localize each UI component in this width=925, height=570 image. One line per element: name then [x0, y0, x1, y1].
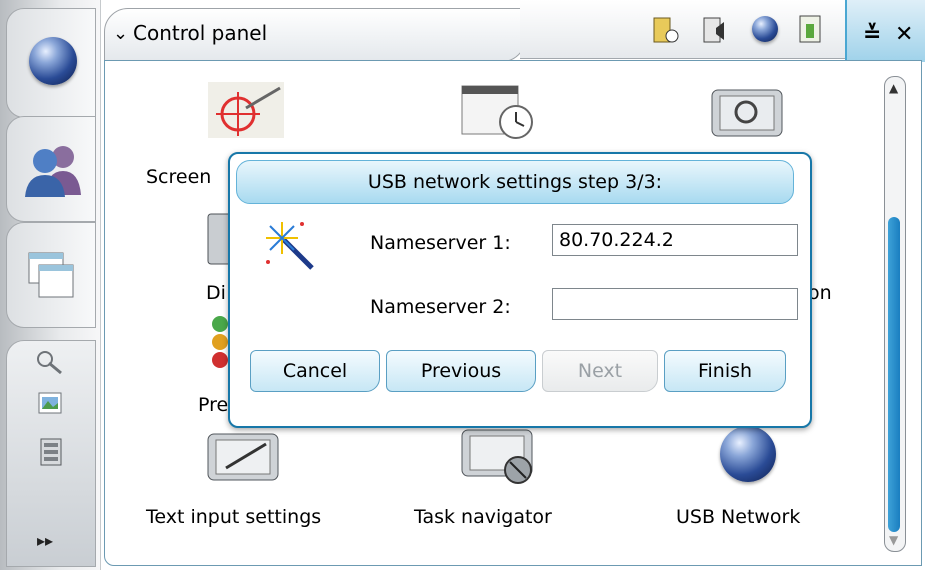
next-button[interactable]: Next — [542, 350, 658, 392]
dialog-header: USB network settings step 3/3: — [236, 160, 794, 204]
windows-icon — [28, 252, 74, 298]
battery-icon[interactable] — [796, 14, 826, 46]
app-title-bar[interactable]: ⌄ Control panel — [104, 8, 526, 62]
nameserver-2-label: Nameserver 2: — [370, 296, 511, 318]
usb-network-globe-icon[interactable] — [720, 426, 776, 482]
cancel-button[interactable]: Cancel — [250, 350, 380, 392]
nameserver-1-input[interactable] — [552, 224, 798, 256]
screen-calibration-icon[interactable] — [206, 80, 286, 140]
windows-tab[interactable] — [6, 222, 96, 328]
page-title: Control panel — [133, 21, 268, 45]
usb-network-settings-dialog: USB network settings step 3/3: Nameserve… — [228, 152, 812, 428]
applet-label-display[interactable]: Di — [206, 282, 226, 304]
volume-icon[interactable] — [700, 16, 730, 46]
applet-list: ▸▸ — [6, 340, 96, 567]
device-settings-icon[interactable] — [708, 84, 788, 144]
applet-label-task-navigator[interactable]: Task navigator — [414, 506, 552, 528]
text-input-settings-icon[interactable] — [204, 428, 284, 488]
dialog-title: USB network settings step 3/3: — [367, 171, 663, 193]
more-applets-button[interactable]: ▸▸ — [37, 531, 53, 550]
contacts-tab[interactable] — [6, 116, 96, 222]
previous-button[interactable]: Previous — [386, 350, 536, 392]
status-bar — [520, 0, 850, 59]
minimize-button[interactable]: ≚ — [863, 22, 881, 47]
task-navigator-icon[interactable] — [458, 424, 538, 486]
scroll-up-arrow-icon[interactable]: ▲ — [889, 81, 898, 95]
globe-icon — [29, 37, 77, 85]
display-settings-icon[interactable] — [650, 16, 680, 46]
scrollbar[interactable]: ▲ ▼ — [884, 76, 906, 552]
applet-label-presence[interactable]: Pre — [198, 394, 228, 416]
scroll-down-arrow-icon[interactable]: ▼ — [889, 533, 898, 547]
window-controls: ≚ ✕ — [845, 0, 925, 62]
applet-label-text-input-settings[interactable]: Text input settings — [146, 506, 321, 528]
connectivity-icon[interactable] — [752, 16, 778, 42]
nameserver-2-input[interactable] — [552, 288, 798, 320]
applet-label-screen[interactable]: Screen — [146, 166, 211, 188]
contacts-icon — [25, 146, 81, 197]
wrench-icon[interactable] — [35, 349, 65, 375]
chevron-down-icon: ⌄ — [113, 23, 129, 44]
task-navigator-bar: ▸▸ — [0, 0, 101, 570]
wizard-wand-icon — [266, 222, 314, 270]
applet-label-usb-network[interactable]: USB Network — [676, 506, 800, 528]
scroll-thumb[interactable] — [888, 217, 900, 532]
file-manager-icon[interactable] — [37, 437, 67, 467]
close-button[interactable]: ✕ — [895, 22, 913, 47]
finish-button[interactable]: Finish — [664, 350, 786, 392]
date-time-icon[interactable] — [458, 80, 538, 142]
nameserver-1-label: Nameserver 1: — [370, 232, 511, 254]
web-tab[interactable] — [6, 8, 96, 118]
image-viewer-icon[interactable] — [37, 391, 67, 419]
